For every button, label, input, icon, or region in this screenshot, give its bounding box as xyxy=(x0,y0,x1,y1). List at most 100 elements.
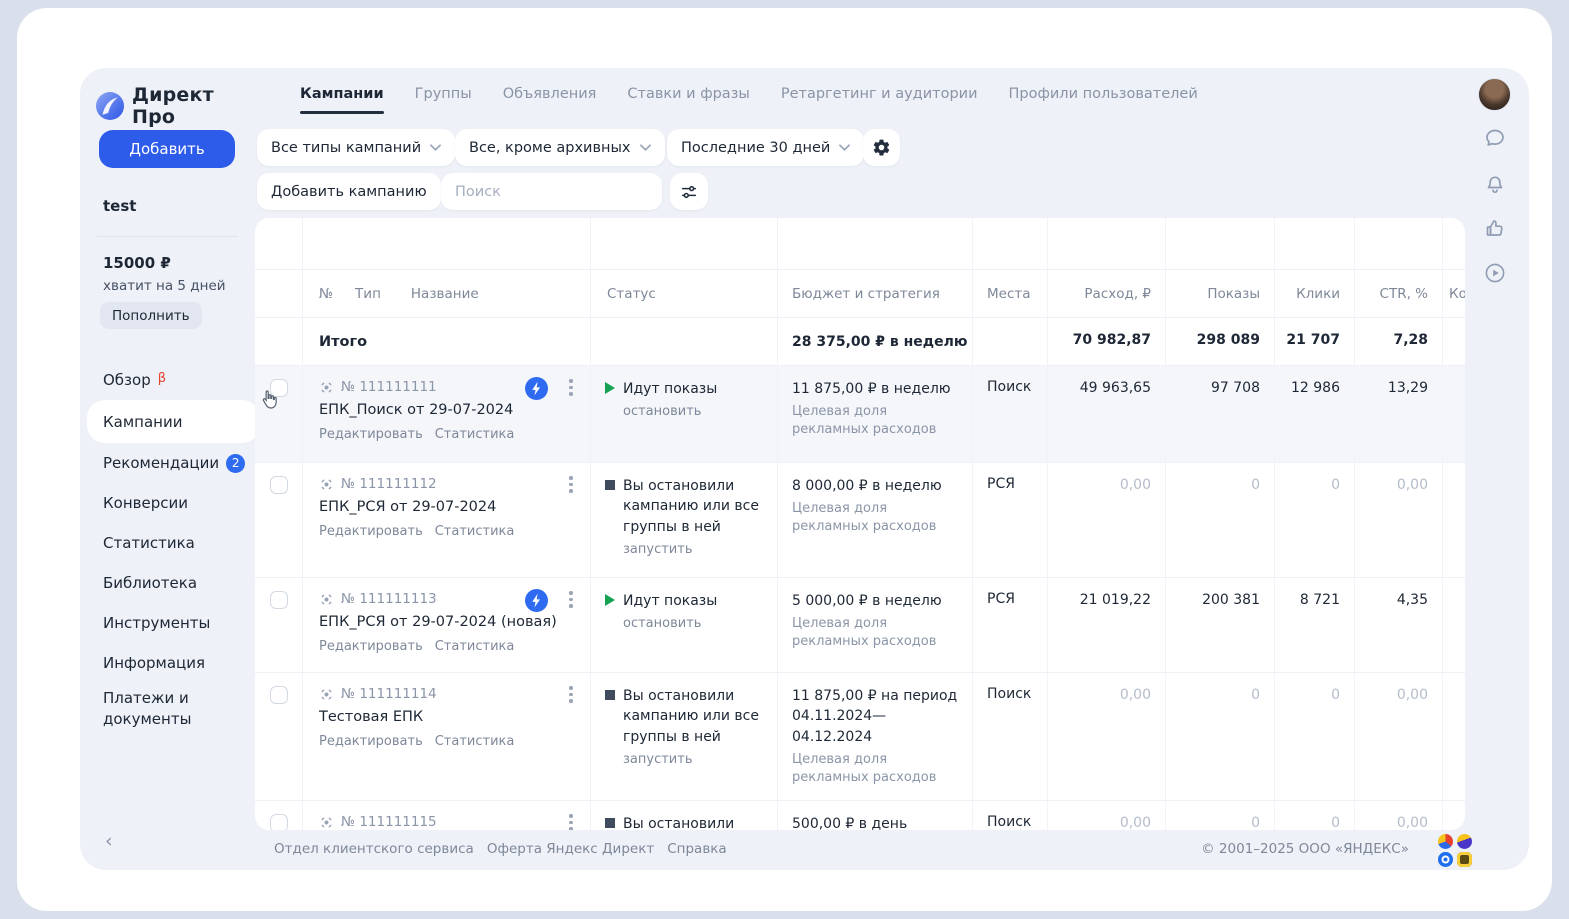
campaign-type-filter[interactable]: Все типы кампаний xyxy=(257,129,455,166)
sidebar-item-statistics[interactable]: Статистика xyxy=(80,523,255,563)
status-stopped-icon xyxy=(605,480,615,490)
shows: 0 xyxy=(1165,801,1274,830)
edit-link[interactable]: Редактировать xyxy=(319,639,423,654)
row-menu-button[interactable] xyxy=(569,686,573,706)
start-link[interactable]: запустить xyxy=(623,752,763,767)
clicks: 8 721 xyxy=(1274,578,1354,672)
row-checkbox[interactable] xyxy=(270,591,288,609)
sidebar-item-library[interactable]: Библиотека xyxy=(80,563,255,603)
row-menu-button[interactable] xyxy=(569,379,573,399)
edit-link[interactable]: Редактировать xyxy=(319,427,423,442)
tab-ads[interactable]: Объявления xyxy=(503,86,597,114)
table-top-row xyxy=(255,218,1465,270)
campaign-type-icon xyxy=(319,815,334,830)
places: РСЯ xyxy=(972,463,1047,577)
collapse-sidebar-button[interactable]: ‹ xyxy=(105,830,113,852)
row-checkbox[interactable] xyxy=(270,814,288,830)
tab-user-profiles[interactable]: Профили пользователей xyxy=(1009,86,1198,114)
stop-link[interactable]: остановить xyxy=(623,616,763,631)
sidebar-item-campaigns[interactable]: Кампании xyxy=(87,400,260,443)
col-budget[interactable]: Бюджет и стратегия xyxy=(777,270,972,317)
tab-bids[interactable]: Ставки и фразы xyxy=(627,86,749,114)
col-clicks[interactable]: Клики xyxy=(1274,270,1354,317)
settings-button[interactable] xyxy=(863,129,900,166)
boost-badge-icon[interactable] xyxy=(525,589,548,612)
places: Поиск xyxy=(972,801,1047,830)
strategy: Целевая доля рекламных расходов xyxy=(792,403,958,439)
sidebar-item-payments[interactable]: Платежи и документы xyxy=(80,683,255,741)
mouse-cursor-hand xyxy=(258,388,280,412)
col-name[interactable]: Название xyxy=(411,286,479,302)
campaign-row: № 111111112 ЕПК_РСЯ от 29-07-2024 Редакт… xyxy=(255,463,1465,578)
col-number[interactable]: № xyxy=(319,286,333,302)
campaign-name[interactable]: ЕПК_РСЯ от 29-07-2024 xyxy=(319,498,576,518)
beta-badge: β xyxy=(158,371,166,386)
services-widget[interactable] xyxy=(1438,834,1474,867)
sidebar-item-conversions[interactable]: Конверсии xyxy=(80,483,255,523)
start-link[interactable]: запустить xyxy=(623,542,763,557)
topup-button[interactable]: Пополнить xyxy=(100,302,202,329)
clicks: 0 xyxy=(1274,463,1354,577)
totals-budget: 28 375,00 ₽ в неделю xyxy=(777,318,972,365)
col-places[interactable]: Места xyxy=(972,270,1047,317)
campaign-name[interactable]: ЕПК_РСЯ от 29-07-2024 (новая) xyxy=(319,613,576,633)
row-menu-button[interactable] xyxy=(569,591,573,611)
thumbs-up-icon[interactable] xyxy=(1483,216,1507,240)
play-circle-icon[interactable] xyxy=(1483,261,1507,285)
cost: 0,00 xyxy=(1047,463,1165,577)
add-button[interactable]: Добавить xyxy=(99,130,235,168)
edit-link[interactable]: Редактировать xyxy=(319,734,423,749)
status-running-icon xyxy=(605,382,615,394)
row-checkbox[interactable] xyxy=(270,686,288,704)
row-checkbox[interactable] xyxy=(270,476,288,494)
stats-link[interactable]: Статистика xyxy=(435,524,515,539)
service-icon xyxy=(1438,852,1453,867)
period-filter[interactable]: Последние 30 дней xyxy=(667,129,864,166)
chevron-down-icon xyxy=(430,144,441,152)
campaign-name[interactable]: ЕПК_Поиск от 29-07-2024 xyxy=(319,401,576,421)
col-ctr[interactable]: CTR, % xyxy=(1354,270,1442,317)
campaign-type-icon xyxy=(319,687,334,702)
status-text: Идут показы xyxy=(623,591,717,611)
stats-link[interactable]: Статистика xyxy=(435,639,515,654)
tab-campaigns[interactable]: Кампании xyxy=(300,86,384,114)
archive-filter[interactable]: Все, кроме архивных xyxy=(455,129,665,166)
stop-link[interactable]: остановить xyxy=(623,404,763,419)
top-tabs: Кампании Группы Объявления Ставки и фраз… xyxy=(300,86,1198,114)
campaign-name[interactable]: Тестовая ЕПК xyxy=(319,708,576,728)
stats-link[interactable]: Статистика xyxy=(435,427,515,442)
shows: 97 708 xyxy=(1165,366,1274,462)
col-type[interactable]: Тип xyxy=(355,286,381,302)
cost: 21 019,22 xyxy=(1047,578,1165,672)
sidebar-item-tools[interactable]: Инструменты xyxy=(80,603,255,643)
user-avatar[interactable] xyxy=(1478,78,1511,111)
footer-link-support[interactable]: Отдел клиентского сервиса xyxy=(274,841,474,857)
col-cost[interactable]: Расход, ₽ xyxy=(1047,270,1165,317)
row-menu-button[interactable] xyxy=(569,814,573,830)
status-text: Вы остановили кампанию или все группы в … xyxy=(623,686,763,747)
col-shows[interactable]: Показы xyxy=(1165,270,1274,317)
footer-link-help[interactable]: Справка xyxy=(667,841,726,857)
row-menu-button[interactable] xyxy=(569,476,573,496)
tab-retargeting[interactable]: Ретаргетинг и аудитории xyxy=(781,86,978,114)
col-status[interactable]: Статус xyxy=(590,270,777,317)
add-campaign-button[interactable]: Добавить кампанию xyxy=(257,173,441,210)
edit-link[interactable]: Редактировать xyxy=(319,524,423,539)
search-input[interactable] xyxy=(441,173,662,210)
sidebar-item-recommendations[interactable]: Рекомендации 2 xyxy=(80,443,255,483)
notifications-bell-icon[interactable] xyxy=(1483,171,1507,195)
ctr: 0,00 xyxy=(1354,463,1442,577)
col-conversions[interactable]: Ко xyxy=(1442,270,1465,317)
advanced-filters-button[interactable] xyxy=(670,173,708,210)
footer-link-offer[interactable]: Оферта Яндекс Директ xyxy=(487,841,654,857)
chat-icon[interactable] xyxy=(1483,126,1507,150)
cost: 0,00 xyxy=(1047,673,1165,800)
boost-badge-icon[interactable] xyxy=(525,377,548,400)
stats-link[interactable]: Статистика xyxy=(435,734,515,749)
sidebar-item-overview[interactable]: Обзор β xyxy=(80,360,255,400)
sidebar-item-information[interactable]: Информация xyxy=(80,643,255,683)
service-icon xyxy=(1457,834,1472,849)
budget: 11 875,00 ₽ на период 04.11.2024— 04.12.… xyxy=(792,686,958,747)
tab-groups[interactable]: Группы xyxy=(415,86,472,114)
app-window: Директ Про Добавить test 15000 ₽ хватит … xyxy=(17,8,1552,911)
